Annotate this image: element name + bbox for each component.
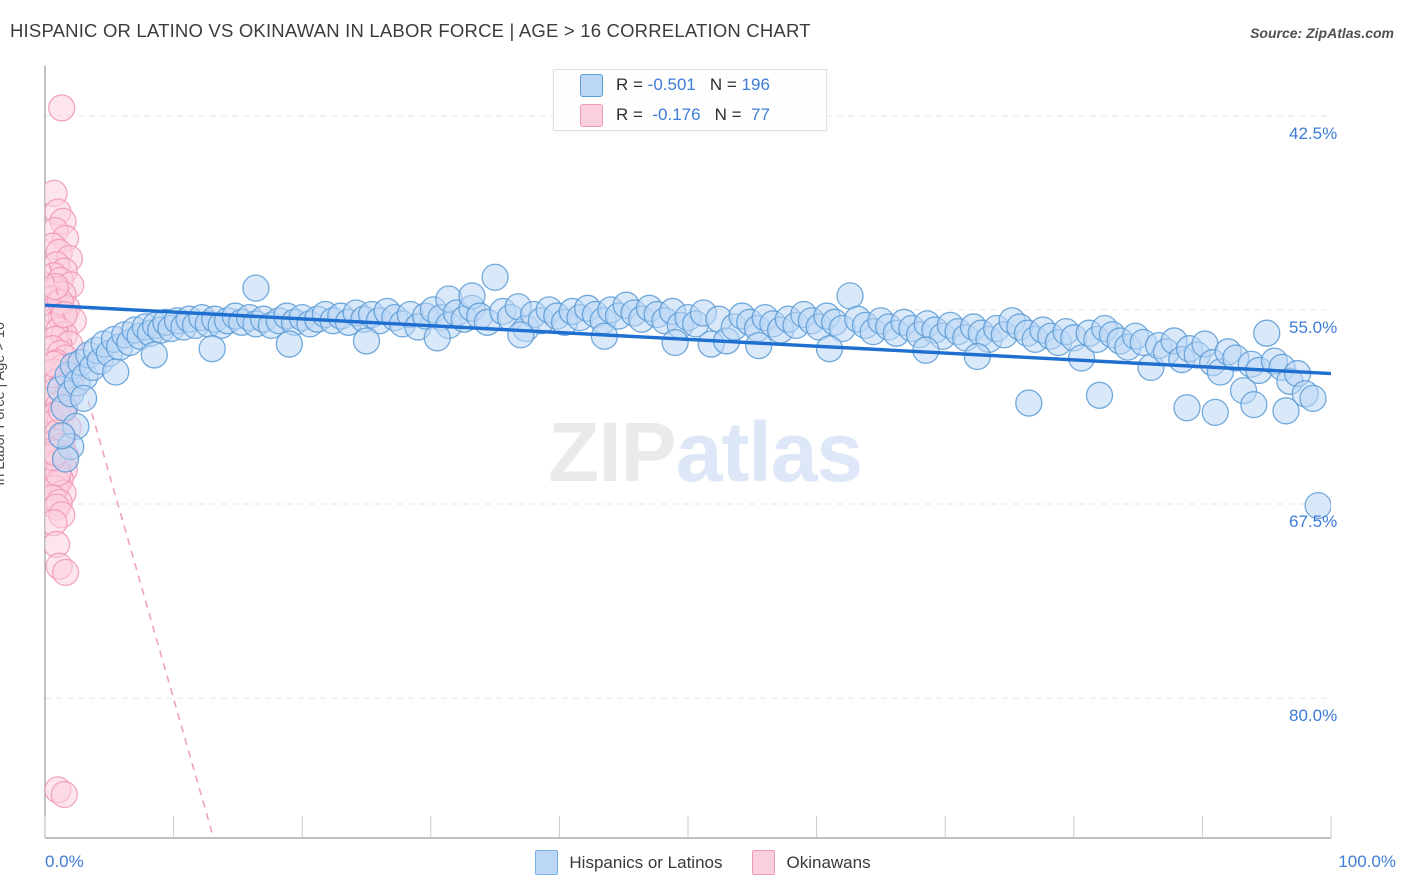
- correlation-text-okinawans: R = -0.176 N = 77: [616, 105, 770, 125]
- page-title: HISPANIC OR LATINO VS OKINAWAN IN LABOR …: [10, 20, 811, 41]
- data-point: [102, 358, 130, 386]
- data-point: [836, 282, 864, 310]
- data-point: [140, 341, 168, 369]
- scatter-plot-svg: [44, 66, 1332, 839]
- n-value: 77: [750, 105, 770, 124]
- data-point: [481, 263, 509, 291]
- gridlines: [45, 115, 1331, 699]
- data-point: [198, 335, 226, 363]
- r-label: R =: [616, 75, 643, 94]
- correlation-chart: HISPANIC OR LATINO VS OKINAWAN IN LABOR …: [0, 0, 1406, 892]
- source-attribution: Source: ZipAtlas.com: [1250, 25, 1394, 41]
- correlation-text-hispanics: R = -0.501 N = 196: [616, 75, 770, 95]
- swatch-okinawans-icon: [580, 103, 603, 127]
- legend-item-hispanics[interactable]: Hispanics or Latinos: [535, 850, 722, 875]
- legend-swatch-okinawans-icon: [752, 850, 776, 875]
- n-value: 196: [741, 75, 770, 94]
- data-point: [48, 422, 76, 450]
- data-point: [1085, 381, 1114, 409]
- data-point: [1272, 397, 1300, 425]
- correlation-row-okinawans: R = -0.176 N = 77: [554, 100, 826, 130]
- plot-area: [44, 66, 1332, 839]
- data-point: [50, 780, 78, 809]
- data-point: [1240, 390, 1268, 419]
- data-point: [1253, 319, 1281, 347]
- swatch-hispanics-icon: [580, 73, 603, 97]
- data-point: [69, 384, 98, 413]
- data-point: [48, 94, 76, 122]
- y-axis-tick-label: 55.0%: [1289, 317, 1338, 337]
- r-value: -0.176: [652, 105, 701, 124]
- n-label: N =: [709, 75, 737, 94]
- data-point: [507, 321, 535, 349]
- data-point: [352, 327, 381, 355]
- data-point: [242, 274, 270, 302]
- data-point: [661, 328, 689, 357]
- legend-label-okinawans: Okinawans: [786, 852, 871, 872]
- data-point: [51, 445, 80, 473]
- data-point: [275, 330, 303, 358]
- data-point: [51, 558, 80, 587]
- data-point: [1173, 394, 1201, 422]
- series-hispanics-or-latinos: [46, 263, 1331, 520]
- y-axis-tick-label: 80.0%: [1289, 706, 1338, 726]
- legend-swatch-hispanics-icon: [535, 850, 559, 875]
- r-label: R =: [616, 105, 643, 124]
- n-label: N =: [714, 105, 742, 124]
- data-point: [1299, 384, 1327, 413]
- axis-lines: [44, 66, 1332, 839]
- series-legend: Hispanics or Latinos Okinawans: [0, 850, 1406, 875]
- y-axis-title: In Labor Force | Age > 16: [0, 322, 8, 486]
- correlation-legend-box: R = -0.501 N = 196 R = -0.176 N = 77: [553, 69, 827, 131]
- legend-item-okinawans[interactable]: Okinawans: [752, 850, 871, 875]
- correlation-row-hispanics: R = -0.501 N = 196: [554, 70, 826, 100]
- y-axis-tick-label: 67.5%: [1289, 512, 1338, 532]
- r-value: -0.501: [647, 75, 696, 94]
- data-point: [423, 324, 451, 352]
- y-axis-tick-label: 42.5%: [1289, 123, 1338, 143]
- data-point: [1201, 398, 1229, 427]
- data-point: [745, 331, 773, 360]
- data-point: [45, 272, 69, 301]
- legend-label-hispanics: Hispanics or Latinos: [569, 852, 723, 872]
- data-point: [1015, 389, 1043, 417]
